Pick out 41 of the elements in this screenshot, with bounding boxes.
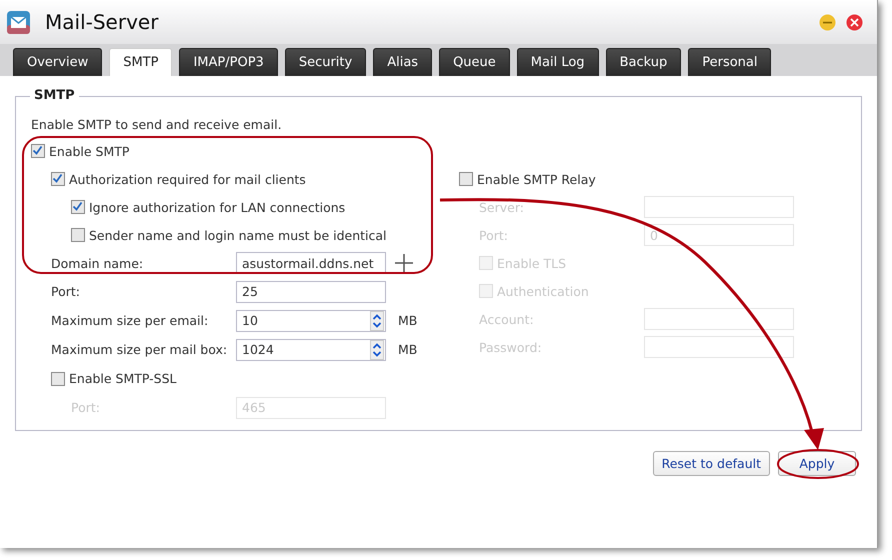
plus-icon[interactable] xyxy=(394,253,414,273)
checkbox-label: Enable SMTP Relay xyxy=(477,172,596,186)
tab[interactable]: Alias xyxy=(373,48,432,76)
checkbox-label: Enable SMTP xyxy=(49,144,130,158)
checkbox[interactable] xyxy=(31,144,45,158)
action-button[interactable]: Apply xyxy=(778,451,856,476)
checkbox[interactable] xyxy=(51,172,65,186)
tab[interactable]: Security xyxy=(284,48,366,76)
tab[interactable]: Backup xyxy=(606,48,682,76)
unit-label: MB xyxy=(398,342,418,357)
spinner-icon[interactable] xyxy=(370,310,384,330)
checkbox-label: Enable SMTP-SSL xyxy=(69,371,177,386)
close-button[interactable] xyxy=(846,14,863,30)
tab[interactable]: Queue xyxy=(439,48,510,76)
number-field[interactable]: 1024 xyxy=(236,338,386,360)
tab[interactable]: Personal xyxy=(688,48,772,76)
checkbox[interactable] xyxy=(71,228,85,242)
app-icon xyxy=(7,10,30,34)
checkbox[interactable] xyxy=(51,372,65,386)
checkbox[interactable] xyxy=(459,172,473,186)
minimize-button[interactable] xyxy=(819,14,836,30)
field-label: Domain name: xyxy=(51,256,144,270)
number-field[interactable]: 10 xyxy=(236,310,386,332)
description-text: Enable SMTP to send and receive email. xyxy=(31,116,282,132)
field-label: Port: xyxy=(51,284,81,299)
input-field[interactable]: asustormail.ddns.net xyxy=(236,252,386,274)
unit-label: MB xyxy=(398,313,418,328)
tab[interactable]: Overview xyxy=(13,48,102,76)
field-label: Maximum size per email: xyxy=(51,313,210,328)
checkbox-label: Ignore authorization for LAN connections xyxy=(89,200,346,214)
window-title: Mail-Server xyxy=(45,10,160,34)
tab[interactable]: Mail Log xyxy=(516,48,599,76)
checkbox-label: Authorization required for mail clients xyxy=(69,172,306,186)
checkbox[interactable] xyxy=(71,200,85,214)
tab[interactable]: IMAP/POP3 xyxy=(179,48,278,76)
tab[interactable]: SMTP xyxy=(109,48,172,76)
field-label: Maximum size per mail box: xyxy=(51,342,228,357)
spinner-icon[interactable] xyxy=(370,340,384,360)
checkbox-label: Sender name and login name must be identical xyxy=(89,228,387,242)
input-field[interactable]: 25 xyxy=(236,280,386,302)
action-button[interactable]: Reset to default xyxy=(652,451,770,476)
